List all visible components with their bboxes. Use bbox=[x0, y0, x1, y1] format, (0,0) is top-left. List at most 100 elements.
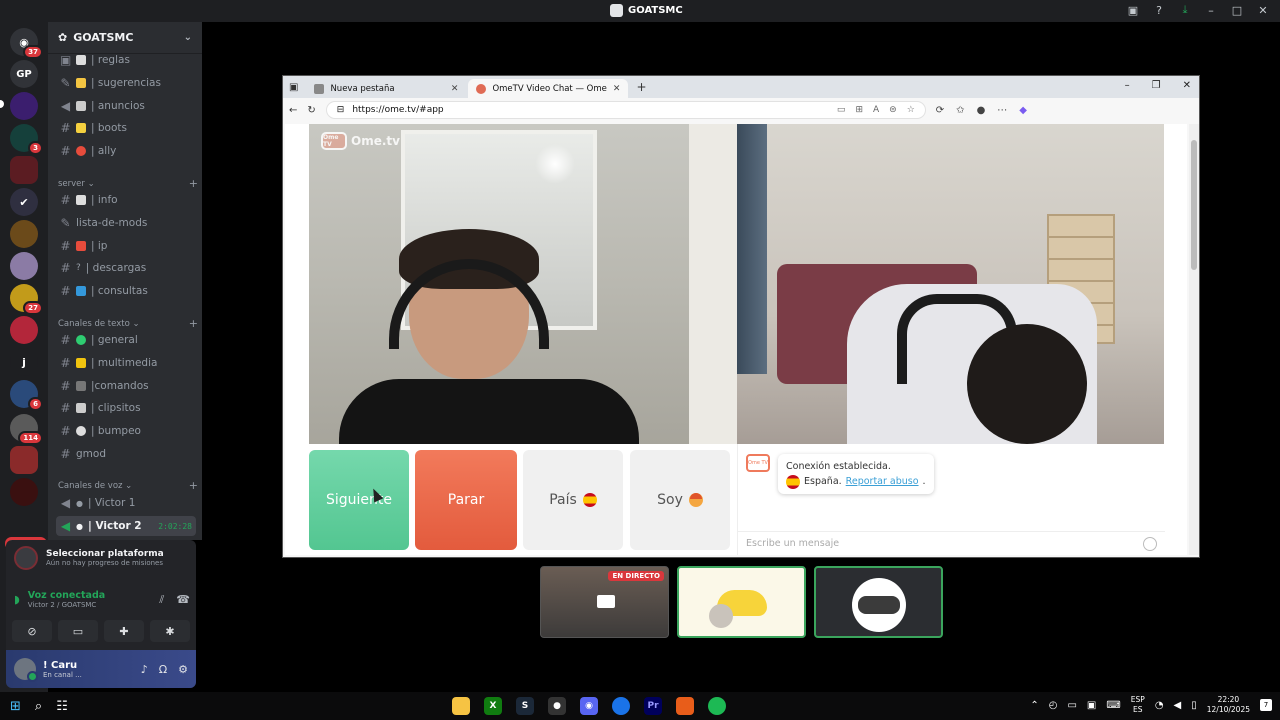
server-icon-5[interactable] bbox=[10, 252, 38, 280]
channel-multimedia[interactable]: # | multimedia bbox=[56, 353, 196, 373]
back-icon[interactable]: ← bbox=[289, 105, 297, 116]
add-channel-icon[interactable]: + bbox=[189, 317, 198, 330]
channel-descargas[interactable]: #? | descargas bbox=[56, 258, 196, 278]
mic-icon[interactable]: ♪ bbox=[141, 663, 148, 676]
channel-bumpeo[interactable]: # | bumpeo bbox=[56, 421, 196, 441]
discord-icon[interactable]: ◉ bbox=[580, 697, 598, 715]
app-icon[interactable] bbox=[676, 697, 694, 715]
channel-comandos[interactable]: # |comandos bbox=[56, 376, 196, 396]
avatar[interactable] bbox=[14, 658, 38, 682]
server-icon-11[interactable] bbox=[10, 478, 38, 506]
channel-clipsitos[interactable]: # | clipsitos bbox=[56, 398, 196, 418]
close-icon[interactable]: ✕ bbox=[1183, 80, 1191, 91]
tab-actions-icon[interactable]: ▣ bbox=[289, 82, 298, 93]
channel-reglas[interactable]: ▣ | reglas bbox=[56, 50, 196, 70]
spotify-icon[interactable] bbox=[708, 697, 726, 715]
maximize-icon[interactable]: □ bbox=[1230, 3, 1244, 17]
add-channel-icon[interactable]: + bbox=[189, 479, 198, 492]
channel-info[interactable]: # | info bbox=[56, 190, 196, 210]
close-tab-icon[interactable]: ✕ bbox=[613, 84, 621, 94]
speaker-icon[interactable]: ◀ bbox=[1174, 700, 1182, 711]
server-icon-2[interactable]: 3 bbox=[10, 124, 43, 155]
voice-channel-victor-2[interactable]: ◀ ● | Victor 2 2:02:28 bbox=[56, 516, 196, 536]
add-channel-icon[interactable]: + bbox=[189, 177, 198, 190]
reload-icon[interactable]: ↻ bbox=[307, 105, 315, 116]
category-voice[interactable]: Canales de voz ⌄ + bbox=[58, 479, 198, 492]
help-icon[interactable]: ? bbox=[1152, 3, 1166, 17]
file-explorer-icon[interactable] bbox=[452, 697, 470, 715]
tab-new-tab[interactable]: Nueva pestaña ✕ bbox=[306, 79, 466, 98]
channel-gmod[interactable]: # gmod bbox=[56, 444, 196, 464]
server-icon-7[interactable] bbox=[10, 316, 38, 344]
search-icon[interactable]: ⌕ bbox=[35, 699, 42, 714]
message-input[interactable]: Escribe un mensaje bbox=[738, 531, 1165, 555]
server-icon-6[interactable]: 27 bbox=[10, 284, 43, 315]
screen-share-button[interactable]: ▭ bbox=[58, 620, 98, 642]
stop-button[interactable]: Parar bbox=[415, 450, 517, 550]
report-abuse-link[interactable]: Reportar abuso bbox=[846, 474, 919, 489]
participant-tile-1[interactable] bbox=[677, 566, 806, 638]
favorites-icon[interactable]: ✩ bbox=[956, 105, 964, 116]
close-icon[interactable]: ✕ bbox=[1256, 3, 1270, 17]
cast-icon[interactable]: ▣ bbox=[1087, 700, 1096, 711]
participant-tile-2[interactable] bbox=[814, 566, 943, 638]
inbox-icon[interactable]: ▣ bbox=[1126, 3, 1140, 17]
country-button[interactable]: País bbox=[523, 450, 623, 550]
gear-icon[interactable]: ⚙ bbox=[178, 663, 188, 676]
notification-icon[interactable]: 7 bbox=[1260, 699, 1272, 711]
page-scrollbar[interactable] bbox=[1189, 124, 1199, 555]
extensions-icon[interactable]: ⟳ bbox=[936, 105, 944, 116]
channel-general[interactable]: # | general bbox=[56, 330, 196, 350]
language-indicator[interactable]: ESP ES bbox=[1131, 695, 1145, 715]
soundboard-button[interactable]: ✱ bbox=[150, 620, 190, 642]
headphones-icon[interactable]: Ω bbox=[159, 663, 167, 676]
site-info-icon[interactable]: ⊟ bbox=[337, 105, 345, 115]
close-tab-icon[interactable]: ✕ bbox=[451, 84, 459, 94]
category-server[interactable]: server ⌄ + bbox=[58, 177, 198, 190]
copilot-icon[interactable]: ◆ bbox=[1019, 105, 1027, 116]
channel-boots[interactable]: # | boots bbox=[56, 118, 196, 138]
channel-lista-de-mods[interactable]: ✎ lista-de-mods bbox=[56, 213, 196, 233]
camera-off-button[interactable]: ⊘ bbox=[12, 620, 52, 642]
stream-tile[interactable]: EN DIRECTO bbox=[540, 566, 669, 638]
profile-icon[interactable]: ● bbox=[977, 105, 986, 116]
clock[interactable]: 22:20 12/10/2025 bbox=[1207, 695, 1250, 715]
noise-suppression-icon[interactable]: ⫽ bbox=[159, 593, 164, 607]
activities-button[interactable]: ✚ bbox=[104, 620, 144, 642]
minimize-icon[interactable]: – bbox=[1125, 80, 1130, 91]
server-icon-1[interactable] bbox=[10, 92, 38, 120]
download-icon[interactable]: ⤓ bbox=[1178, 3, 1192, 17]
channel-ally[interactable]: # | ally bbox=[56, 141, 196, 161]
server-icon-3[interactable] bbox=[10, 156, 38, 184]
gender-button[interactable]: Soy bbox=[630, 450, 730, 550]
channel-sugerencias[interactable]: ✎ | sugerencias bbox=[56, 73, 196, 93]
server-icon-4[interactable] bbox=[10, 220, 38, 248]
more-icon[interactable]: ⋯ bbox=[997, 105, 1007, 116]
voice-channel-victor-1[interactable]: ◀ ● | Victor 1 bbox=[56, 493, 196, 513]
camera-permission-icon[interactable]: ▭ bbox=[837, 105, 846, 115]
volume-icon[interactable]: ▭ bbox=[1067, 700, 1076, 711]
tab-ometv[interactable]: OmeTV Video Chat — Ome ✕ bbox=[468, 79, 629, 98]
minimize-icon[interactable]: – bbox=[1204, 3, 1218, 17]
server-gp[interactable]: GP bbox=[10, 60, 38, 88]
network-icon[interactable]: ◴ bbox=[1049, 700, 1058, 711]
direct-messages-button[interactable]: ◉ 37 bbox=[10, 28, 43, 59]
translate-icon[interactable]: A bbox=[873, 105, 879, 115]
task-view-icon[interactable]: ☷ bbox=[56, 699, 68, 714]
disconnect-icon[interactable]: ☎ bbox=[176, 593, 190, 607]
channel-ip[interactable]: # | ip bbox=[56, 236, 196, 256]
premiere-icon[interactable]: Pr bbox=[644, 697, 662, 715]
xbox-icon[interactable]: X bbox=[484, 697, 502, 715]
server-icon-9[interactable]: 114 bbox=[10, 414, 43, 445]
user-area[interactable]: ! Caru En canal ... ♪ Ω ⚙ bbox=[6, 650, 196, 688]
favorite-star-icon[interactable]: ☆ bbox=[907, 105, 915, 115]
battery-icon[interactable]: ▯ bbox=[1191, 700, 1197, 711]
steam-icon[interactable]: S bbox=[516, 697, 534, 715]
reader-icon[interactable]: ⊜ bbox=[889, 105, 897, 115]
channel-consultas[interactable]: # | consultas bbox=[56, 281, 196, 301]
windows-start-icon[interactable]: ⊞ bbox=[10, 699, 21, 714]
keyboard-icon[interactable]: ⌨ bbox=[1106, 700, 1120, 711]
server-icon-goatsmc[interactable]: ✔ bbox=[10, 188, 38, 216]
restore-icon[interactable]: ❐ bbox=[1152, 80, 1161, 91]
emoji-icon[interactable] bbox=[1143, 536, 1157, 551]
